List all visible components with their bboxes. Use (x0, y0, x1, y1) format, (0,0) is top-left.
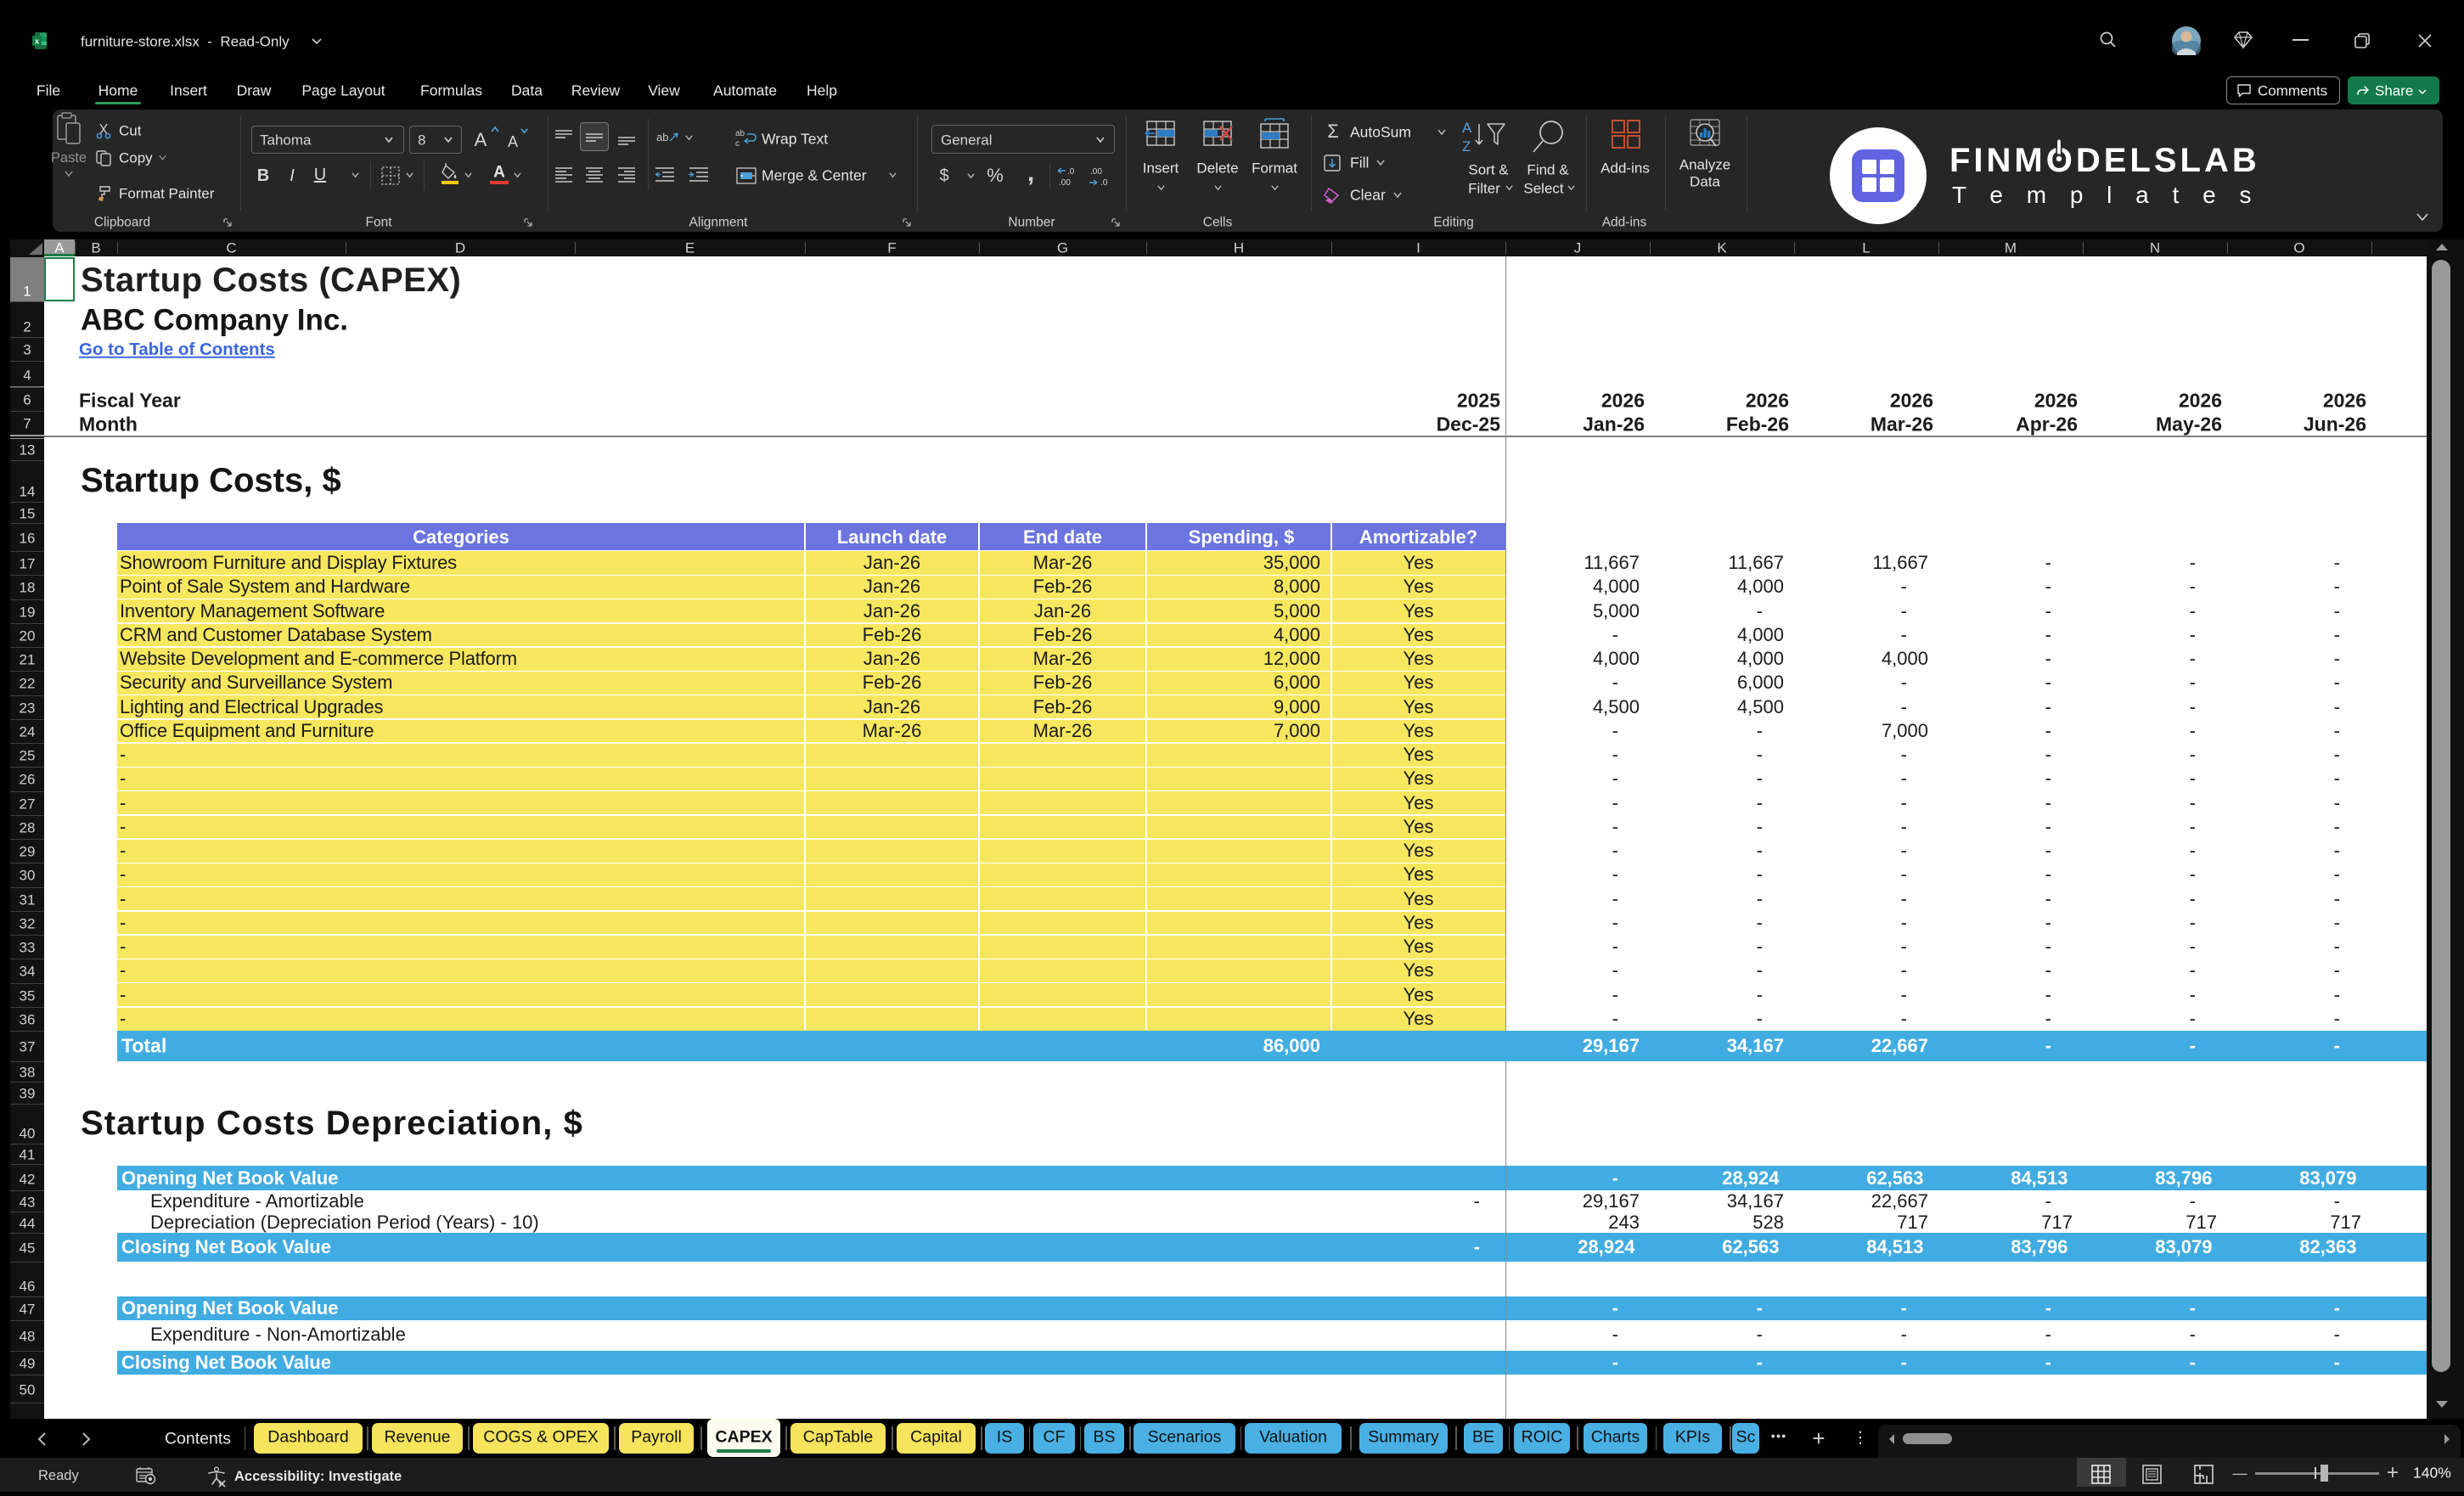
svg-text:.00: .00 (1090, 167, 1102, 177)
svg-text:ab: ab (735, 129, 745, 138)
svg-text:.0: .0 (1100, 178, 1108, 188)
svg-text:c: c (735, 139, 740, 149)
svg-text:ab: ab (656, 131, 668, 143)
svg-text:A: A (1462, 120, 1472, 136)
svg-text:x: x (35, 37, 39, 46)
svg-text:.0: .0 (1067, 167, 1075, 177)
svg-text:.00: .00 (1059, 178, 1071, 188)
svg-text:Z: Z (1462, 138, 1471, 155)
